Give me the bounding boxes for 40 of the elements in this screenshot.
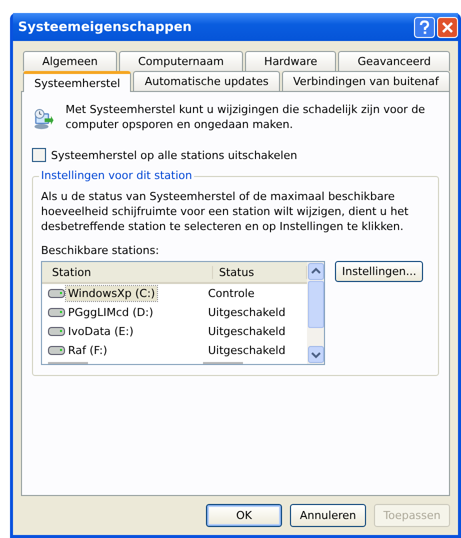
checkbox[interactable]	[32, 148, 46, 162]
scroll-thumb[interactable]	[308, 281, 324, 328]
scrollbar[interactable]	[307, 262, 324, 364]
group-title: Instellingen voor dit station	[39, 169, 194, 182]
tab[interactable]: Automatische updates	[133, 71, 280, 91]
list-row[interactable]: IvoData (E:) Uitgeschakeld	[42, 322, 307, 341]
status-text: Uitgeschakeld	[207, 306, 286, 319]
tab[interactable]: Geavanceerd	[338, 51, 450, 71]
list-row[interactable]: Raf (F:) Uitgeschakeld	[42, 341, 307, 360]
dialog-button[interactable]: OK	[206, 504, 282, 527]
station-name: IvoData (E:)	[67, 324, 134, 339]
intro-text: Met Systeemherstel kunt u wijzigingen die schadelijk zijn voor de computer opsporen en ongedaan maken.	[66, 102, 426, 132]
status-text: Controle	[207, 287, 256, 300]
tab[interactable]: Systeemherstel	[23, 71, 132, 92]
description-text: Als u de status van Systeemherstel of de maximaal beschikbare hoeveelheid schijfruimte voor een station wilt wijzigen, dient u het desbetreffende station te selecteren en op Instellingen te klikken.	[41, 189, 410, 234]
drive-icon	[48, 327, 65, 336]
dialog-button[interactable]: Annuleren	[290, 504, 366, 527]
settings-button[interactable]: Instellingen...	[335, 261, 424, 282]
station-name: Raf (F:)	[67, 343, 108, 358]
checkbox-label: Systeemherstel op alle stations uitschakelen	[51, 148, 298, 162]
station-name: PGggLIMcd (D:)	[67, 305, 154, 320]
list-row[interactable]: WindowsXp (C:) Controle	[42, 284, 307, 303]
scroll-up-icon[interactable]	[308, 263, 324, 280]
list-label: Beschikbare stations:	[41, 244, 160, 257]
scroll-down-icon[interactable]	[308, 346, 324, 363]
station-name: WindowsXp (C:)	[66, 286, 158, 301]
drive-icon	[48, 346, 65, 355]
help-icon[interactable]	[414, 16, 435, 38]
status-text: Uitgeschakeld	[207, 325, 286, 338]
window-title: Systeemeigenschappen	[18, 20, 192, 34]
close-icon[interactable]	[437, 16, 458, 38]
status-text: Uitgeschakeld	[207, 344, 286, 357]
tab[interactable]: Hardware	[244, 51, 336, 71]
drive-icon	[48, 308, 65, 317]
drive-icon	[48, 289, 65, 298]
list-row[interactable]: PGggLIMcd (D:) Uitgeschakeld	[42, 303, 307, 322]
tab[interactable]: Verbindingen van buitenaf	[282, 71, 450, 91]
tab[interactable]: Computernaam	[118, 51, 243, 71]
column-header[interactable]: Station	[42, 266, 213, 278]
tab[interactable]: Algemeen	[23, 51, 117, 71]
